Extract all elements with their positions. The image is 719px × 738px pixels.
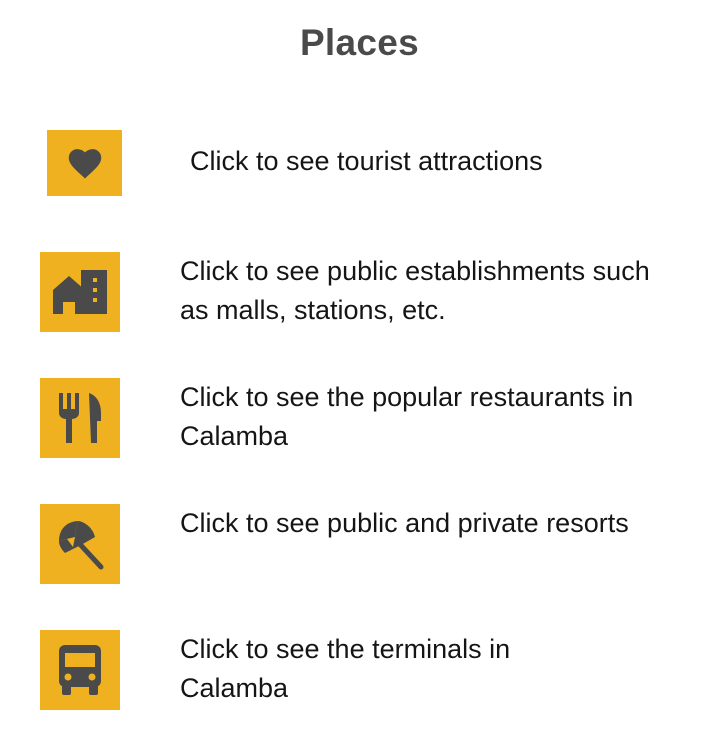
terminals-label[interactable]: Click to see the terminals in Calamba (180, 630, 610, 708)
public-establishments-label[interactable]: Click to see public establishments such … (180, 252, 680, 330)
restaurant-icon (55, 391, 105, 445)
restaurants-button[interactable] (40, 378, 120, 458)
public-establishments-button[interactable] (40, 252, 120, 332)
tourist-attractions-label[interactable]: Click to see tourist attractions (190, 142, 690, 181)
beach-umbrella-icon (53, 517, 107, 571)
place-item-restaurants[interactable]: Click to see the popular restaurants in … (0, 378, 719, 458)
place-item-public-establishments[interactable]: Click to see public establishments such … (0, 252, 719, 332)
place-item-terminals[interactable]: Click to see the terminals in Calamba (0, 630, 719, 710)
terminals-button[interactable] (40, 630, 120, 710)
place-item-tourist-attractions[interactable]: Click to see tourist attractions (0, 130, 719, 198)
place-item-resorts[interactable]: Click to see public and private resorts (0, 504, 719, 584)
bus-icon (57, 643, 103, 697)
heart-icon (66, 146, 104, 180)
tourist-attractions-button[interactable] (47, 130, 122, 196)
resorts-label[interactable]: Click to see public and private resorts (180, 504, 640, 543)
restaurants-label[interactable]: Click to see the popular restaurants in … (180, 378, 695, 456)
resorts-button[interactable] (40, 504, 120, 584)
page-title: Places (299, 22, 420, 63)
building-icon (51, 266, 109, 318)
